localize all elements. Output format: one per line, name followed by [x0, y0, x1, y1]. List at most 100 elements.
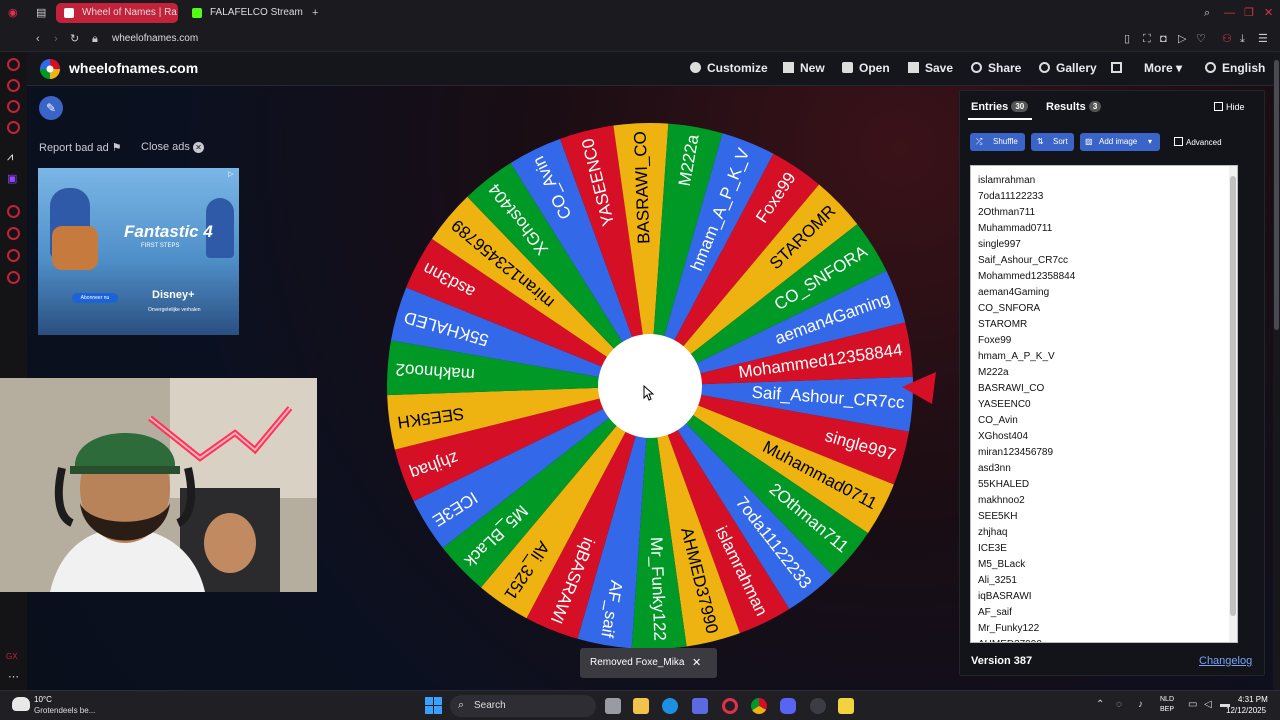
more-sidebar-icon[interactable]: ⋯ [8, 670, 19, 684]
microphone-icon[interactable]: ♪ [1138, 699, 1143, 710]
profile-icon[interactable]: ⚇ [1222, 32, 1232, 46]
wheel-pointer-icon [902, 372, 936, 404]
ad-title: Fantastic 4 [124, 222, 213, 241]
language-button[interactable]: English [1205, 61, 1265, 75]
player-icon[interactable]: ▷ [1178, 32, 1186, 46]
discord-icon[interactable] [780, 698, 796, 714]
close-icon[interactable]: ✕ [1264, 6, 1273, 20]
site-brand[interactable]: wheelofnames.com [69, 60, 198, 76]
pinned-icon[interactable]: ⩘ [7, 150, 13, 164]
clock-icon[interactable] [7, 227, 20, 240]
player-sidebar-icon[interactable] [7, 121, 20, 134]
back-icon[interactable]: ‹ [36, 32, 40, 46]
volume-icon[interactable]: ◁ [1204, 699, 1212, 710]
add-image-button[interactable]: ▨ Add image ▾ [1080, 133, 1160, 151]
advanced-checkbox[interactable]: Advanced [1174, 137, 1222, 147]
weather-cloud-icon[interactable] [12, 697, 30, 711]
heart-icon[interactable]: ♡ [1196, 32, 1206, 46]
pinned-app-icon[interactable] [838, 698, 854, 714]
report-bad-ad-label: Report bad ad [39, 142, 109, 154]
open-button[interactable]: Open [842, 61, 890, 75]
list-item: Foxe99 [978, 335, 1012, 346]
history-icon[interactable] [7, 205, 20, 218]
messenger-icon[interactable] [7, 79, 20, 92]
reload-icon[interactable]: ↻ [70, 32, 79, 46]
search-icon[interactable]: ⌕ [1204, 6, 1210, 20]
forward-icon[interactable]: › [54, 32, 58, 46]
opera-menu-icon[interactable]: ◉ [8, 6, 18, 20]
tab-wheel-of-names[interactable]: Wheel of Names | Ra [56, 3, 178, 23]
tray-app-icon[interactable]: ◌ [1116, 699, 1122, 710]
close-circle-icon: ✕ [192, 142, 204, 153]
ad-cta-button[interactable]: Abonneer nu [72, 293, 118, 303]
gallery-button[interactable]: Gallery [1039, 61, 1097, 75]
entries-textarea[interactable]: islamrahman 7oda11122233 2Othman711 Muhamma… [970, 165, 1238, 643]
share-button[interactable]: Share [971, 61, 1021, 75]
toast-close-icon[interactable]: ✕ [692, 656, 701, 669]
language-secondary[interactable]: BEP [1160, 706, 1174, 713]
store-icon[interactable] [692, 698, 708, 714]
easy-setup-icon[interactable]: ☰ [1258, 32, 1268, 46]
wheel-favicon-icon [64, 8, 74, 18]
instagram-icon[interactable] [7, 100, 20, 113]
streamer-video [0, 378, 317, 592]
list-item: miran123456789 [978, 447, 1054, 458]
new-button[interactable]: New [783, 61, 825, 75]
active-tab-underline [968, 118, 1032, 120]
results-tab-label: Results [1046, 101, 1086, 113]
wheel-logo-icon[interactable] [39, 58, 61, 80]
entries-panel: Entries 30 Results 3 Hide ⤮ Shuffle ⇅ Sort… [959, 90, 1265, 676]
bookmark-icon[interactable]: ▯ [1124, 32, 1130, 46]
opera-gx-icon[interactable] [722, 698, 738, 714]
customize-button[interactable]: Customize [690, 61, 768, 75]
aria-icon[interactable] [7, 58, 20, 71]
hide-checkbox[interactable]: Hide [1214, 102, 1245, 112]
new-tab-icon[interactable]: + [312, 6, 318, 20]
tab-manager-icon[interactable]: ▤ [36, 6, 46, 20]
adchoices-icon[interactable]: ▷ [228, 170, 233, 178]
tab-results[interactable]: Results 3 [1046, 101, 1102, 113]
snapshot-icon[interactable]: ⛶ [1143, 32, 1151, 46]
file-explorer-icon[interactable] [633, 698, 649, 714]
settings-app-icon[interactable] [810, 698, 826, 714]
pencil-icon: ✎ [45, 101, 57, 115]
edit-pencil-button[interactable]: ✎ [39, 96, 63, 120]
list-item: Mohammed12358844 [978, 271, 1076, 282]
taskbar-search-box[interactable]: ⌕ Search [450, 695, 596, 717]
fullscreen-button[interactable] [1111, 61, 1128, 75]
sort-button[interactable]: ⇅ Sort [1031, 133, 1074, 151]
language-primary[interactable]: NLD [1160, 696, 1174, 703]
minimize-icon[interactable]: — [1224, 6, 1235, 20]
twitch-icon[interactable]: ▣ [7, 172, 17, 186]
edge-icon[interactable] [662, 698, 678, 714]
tab-entries[interactable]: Entries 30 [971, 101, 1029, 113]
clock-date[interactable]: 12/12/2025 [1226, 706, 1266, 715]
browser-tab-bar: ◉ ▤ Wheel of Names | Ra FALAFELCO Stream… [0, 0, 1280, 26]
vpn-icon[interactable]: ◘ [1160, 32, 1167, 46]
maximize-icon[interactable]: ❐ [1244, 6, 1254, 20]
download-icon[interactable]: ⤓ [1240, 32, 1245, 46]
task-view-icon[interactable] [605, 698, 621, 714]
entries-scrollbar-thumb[interactable] [1230, 176, 1236, 616]
windows-start-icon[interactable] [425, 697, 442, 714]
tab-kick-stream[interactable]: FALAFELCO Stream - Wa [184, 3, 306, 23]
toast-notification: Removed Foxe_Mika ✕ [580, 648, 717, 678]
clock-time[interactable]: 4:31 PM [1238, 695, 1268, 704]
changelog-link[interactable]: Changelog [1199, 655, 1252, 667]
close-ads-link[interactable]: Close ads ✕ [141, 141, 204, 153]
list-item: STAROMR [978, 319, 1028, 330]
extensions-icon[interactable] [7, 249, 20, 262]
gx-icon[interactable]: GX [6, 650, 18, 664]
entries-count-badge: 30 [1011, 101, 1029, 112]
save-button[interactable]: Save [908, 61, 953, 75]
fantastic-four-ad[interactable]: Fantastic 4 FIRST STEPS Abonneer nu Disn… [38, 168, 239, 335]
url-field[interactable]: 🔒︎ wheelofnames.com [88, 30, 1106, 48]
settings-icon[interactable] [7, 271, 20, 284]
chrome-icon[interactable] [751, 698, 767, 714]
shuffle-button[interactable]: ⤮ Shuffle [970, 133, 1025, 151]
tray-chevron-icon[interactable]: ⌃ [1096, 699, 1104, 710]
more-button[interactable]: More ▾ [1144, 61, 1182, 75]
page-scrollbar-thumb[interactable] [1274, 60, 1279, 330]
network-icon[interactable]: ▭ [1188, 699, 1197, 710]
report-bad-ad-link[interactable]: Report bad ad ⚑ [39, 141, 122, 154]
